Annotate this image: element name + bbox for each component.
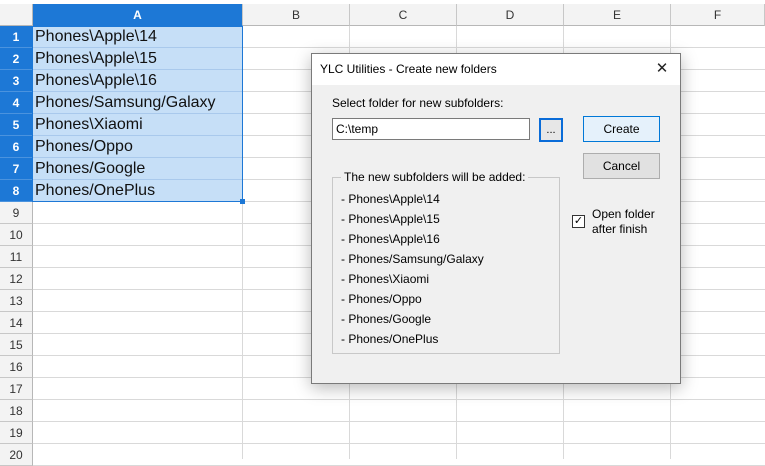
- subfolder-item: - Phones\Apple\16: [341, 232, 440, 246]
- row-header-17[interactable]: 17: [0, 378, 33, 400]
- subfolder-item: - Phones/Oppo: [341, 292, 422, 306]
- row-header-2[interactable]: 2: [0, 48, 33, 70]
- column-header-a[interactable]: A: [33, 4, 243, 26]
- cancel-button[interactable]: Cancel: [583, 153, 660, 179]
- row-header-20[interactable]: 20: [0, 444, 33, 466]
- cell-a5[interactable]: Phones\Xiaomi: [33, 114, 242, 136]
- subfolder-item: - Phones\Apple\14: [341, 192, 440, 206]
- subfolder-list: - Phones\Apple\14 - Phones\Apple\15 - Phon…: [341, 189, 484, 349]
- row-header-19[interactable]: 19: [0, 422, 33, 444]
- folder-label: Select folder for new subfolders:: [332, 96, 504, 110]
- row-header-11[interactable]: 11: [0, 246, 33, 268]
- row-header-4[interactable]: 4: [0, 92, 33, 114]
- row-header-1[interactable]: 1: [0, 26, 33, 48]
- cell-a7[interactable]: Phones/Google: [33, 158, 242, 180]
- check-icon: ✓: [573, 215, 584, 227]
- row-header-16[interactable]: 16: [0, 356, 33, 378]
- open-folder-label: Open folder after finish: [592, 207, 655, 236]
- close-icon[interactable]: ✕: [650, 58, 674, 80]
- column-header-f[interactable]: F: [671, 4, 765, 26]
- open-folder-checkbox[interactable]: ✓: [572, 215, 585, 228]
- row-header-3[interactable]: 3: [0, 70, 33, 92]
- row-header-7[interactable]: 7: [0, 158, 33, 180]
- row-header-12[interactable]: 12: [0, 268, 33, 290]
- dialog-title: YLC Utilities - Create new folders: [320, 62, 497, 76]
- select-all-corner[interactable]: [0, 4, 33, 26]
- create-button[interactable]: Create: [583, 116, 660, 142]
- column-header-e[interactable]: E: [564, 4, 671, 26]
- subfolders-group: The new subfolders will be added: - Phon…: [332, 170, 560, 354]
- row-header-13[interactable]: 13: [0, 290, 33, 312]
- fill-handle[interactable]: [240, 199, 245, 204]
- cell-a8[interactable]: Phones/OnePlus: [33, 180, 242, 202]
- subfolder-item: - Phones/Google: [341, 312, 432, 326]
- row-header-5[interactable]: 5: [0, 114, 33, 136]
- row-header-14[interactable]: 14: [0, 312, 33, 334]
- create-folders-dialog: YLC Utilities - Create new folders ✕ Sel…: [311, 53, 681, 384]
- folder-path-input[interactable]: [332, 118, 530, 140]
- row-header-8[interactable]: 8: [0, 180, 33, 202]
- group-title: The new subfolders will be added:: [341, 170, 529, 184]
- cell-a3[interactable]: Phones\Apple\16: [33, 70, 242, 92]
- grid-line-horizontal: [33, 399, 765, 400]
- row-header-10[interactable]: 10: [0, 224, 33, 246]
- column-header-b[interactable]: B: [243, 4, 350, 26]
- column-header-c[interactable]: C: [350, 4, 457, 26]
- row-header-18[interactable]: 18: [0, 400, 33, 422]
- grid-line-horizontal: [33, 421, 765, 422]
- subfolder-item: - Phones/Samsung/Galaxy: [341, 252, 484, 266]
- row-header-9[interactable]: 9: [0, 202, 33, 224]
- browse-button[interactable]: ...: [539, 118, 563, 142]
- cell-a2[interactable]: Phones\Apple\15: [33, 48, 242, 70]
- grid-line-horizontal: [33, 443, 765, 444]
- subfolder-item: - Phones\Apple\15: [341, 212, 440, 226]
- subfolder-item: - Phones\Xiaomi: [341, 272, 430, 286]
- cell-a1[interactable]: Phones\Apple\14: [33, 26, 242, 48]
- subfolder-item: - Phones/OnePlus: [341, 332, 439, 346]
- row-header-6[interactable]: 6: [0, 136, 33, 158]
- dialog-titlebar: YLC Utilities - Create new folders ✕: [312, 54, 680, 85]
- cell-a6[interactable]: Phones/Oppo: [33, 136, 242, 158]
- cell-a4[interactable]: Phones/Samsung/Galaxy: [33, 92, 242, 114]
- row-header-15[interactable]: 15: [0, 334, 33, 356]
- column-header-d[interactable]: D: [457, 4, 564, 26]
